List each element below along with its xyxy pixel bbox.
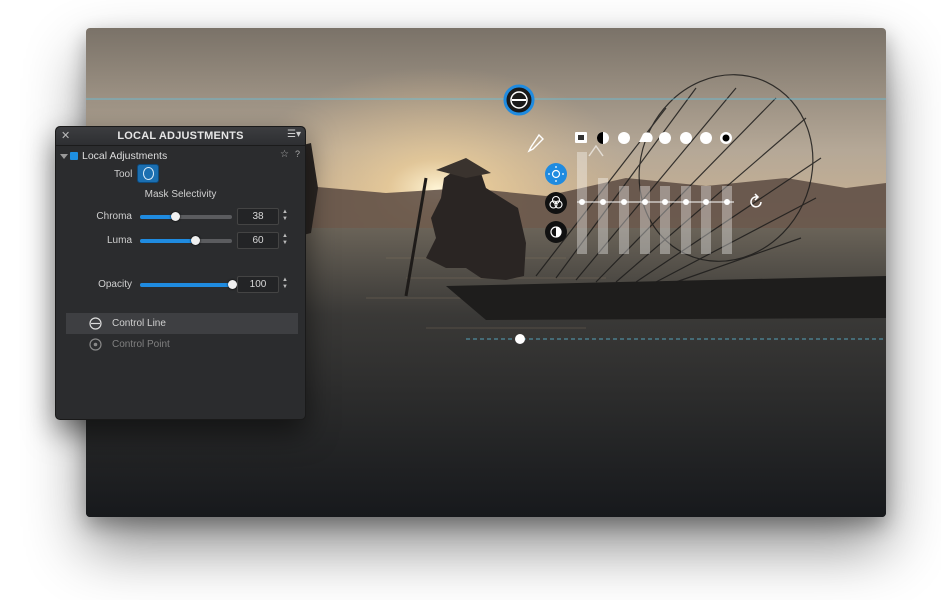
local-adjustments-panel: ✕ LOCAL ADJUSTMENTS ☰▾ Local Adjustments… (55, 126, 306, 420)
chroma-row: Chroma 38 ▲ ▼ (56, 208, 305, 226)
tool-label: Tool (114, 169, 133, 180)
panel-titlebar: ✕ LOCAL ADJUSTMENTS ☰▾ (56, 127, 305, 146)
chroma-fill (140, 215, 175, 219)
enable-checkbox[interactable] (70, 152, 78, 160)
control-line-label: Control Line (112, 318, 166, 329)
help-icon[interactable]: ? (295, 149, 300, 159)
list-item-control-point[interactable]: Control Point (66, 334, 298, 355)
close-icon[interactable]: ✕ (61, 129, 70, 142)
control-line-tool-icon (143, 167, 154, 180)
opacity-row: Opacity 100 ▲ ▼ (56, 276, 305, 294)
reset-arrow-icon[interactable] (748, 193, 766, 211)
luma-fill (140, 239, 196, 243)
luma-value-field[interactable]: 60 (237, 232, 279, 249)
opacity-label: Opacity (98, 279, 132, 290)
control-point-icon (89, 338, 102, 351)
chroma-knob[interactable] (170, 212, 180, 221)
chroma-label: Chroma (96, 211, 132, 222)
chroma-stepper[interactable]: ▲ ▼ (281, 209, 289, 223)
contrast-dial-icon[interactable] (544, 220, 568, 244)
panel-menu-icon[interactable]: ☰▾ (287, 129, 301, 140)
rgb-circles-icon[interactable] (544, 191, 568, 215)
luma-slider[interactable] (140, 236, 232, 245)
control-line-handle[interactable] (514, 333, 526, 345)
target-icon[interactable] (503, 84, 535, 116)
chroma-slider[interactable] (140, 212, 232, 221)
control-line-tool-button[interactable] (137, 164, 159, 183)
luma-label: Luma (106, 235, 132, 246)
section-header[interactable]: Local Adjustments ☆ ? (56, 148, 305, 164)
adjustment-sliders[interactable] (572, 128, 742, 268)
luma-knob[interactable] (191, 236, 201, 245)
luma-row: Luma 60 ▲ ▼ (56, 232, 305, 250)
section-label: Local Adjustments (82, 150, 168, 162)
opacity-fill (140, 283, 232, 287)
sun-icon[interactable] (544, 162, 568, 186)
luma-stepper[interactable]: ▲ ▼ (281, 233, 289, 247)
pin-icon[interactable]: ☆ (280, 149, 289, 160)
opacity-slider[interactable] (140, 280, 237, 289)
control-list: Control Line Control Point (66, 313, 298, 355)
disclosure-triangle-icon[interactable] (60, 153, 68, 159)
mask-selectivity-label: Mask Selectivity (144, 189, 217, 200)
opacity-value-field[interactable]: 100 (237, 276, 279, 293)
panel-title: LOCAL ADJUSTMENTS (117, 130, 244, 142)
list-item-control-line[interactable]: Control Line (66, 313, 298, 334)
opacity-stepper[interactable]: ▲ ▼ (281, 277, 289, 291)
control-line-icon (89, 317, 102, 330)
chroma-value-field[interactable]: 38 (237, 208, 279, 225)
opacity-knob[interactable] (228, 280, 237, 289)
control-point-label: Control Point (112, 339, 170, 350)
eyedropper-icon[interactable] (524, 132, 546, 156)
